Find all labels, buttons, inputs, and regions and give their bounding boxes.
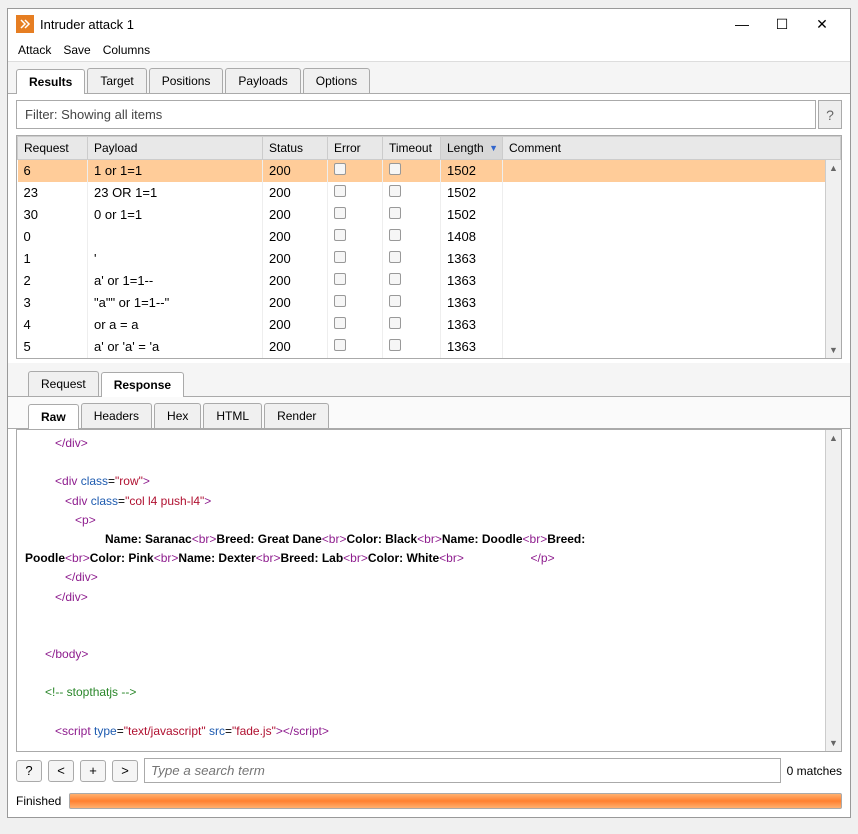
timeout-checkbox[interactable]: [389, 207, 401, 219]
error-checkbox[interactable]: [334, 339, 346, 351]
search-help-button[interactable]: ?: [16, 760, 42, 782]
scroll-down-icon[interactable]: ▼: [826, 342, 841, 358]
col-comment[interactable]: Comment: [503, 137, 841, 160]
response-scrollbar[interactable]: ▲ ▼: [825, 430, 841, 751]
table-row[interactable]: 2323 OR 1=12001502: [18, 182, 841, 204]
tab-target[interactable]: Target: [87, 68, 146, 93]
search-bar: ? < + > 0 matches: [8, 752, 850, 789]
table-row[interactable]: 02001408: [18, 226, 841, 248]
timeout-checkbox[interactable]: [389, 295, 401, 307]
tab-options[interactable]: Options: [303, 68, 370, 93]
timeout-checkbox[interactable]: [389, 229, 401, 241]
filter-help-button[interactable]: ?: [818, 100, 842, 129]
table-row[interactable]: 7a' waitfor delay '0:0:10'--2001363: [18, 358, 841, 360]
error-checkbox[interactable]: [334, 273, 346, 285]
col-request[interactable]: Request: [18, 137, 88, 160]
timeout-checkbox[interactable]: [389, 163, 401, 175]
error-checkbox[interactable]: [334, 185, 346, 197]
progress-bar: [69, 793, 842, 809]
close-button[interactable]: ✕: [802, 12, 842, 36]
scroll-up-icon[interactable]: ▲: [826, 160, 841, 176]
error-checkbox[interactable]: [334, 229, 346, 241]
table-row[interactable]: 4 or a = a2001363: [18, 314, 841, 336]
response-raw[interactable]: </div> <div class="row"> <div class="col…: [17, 430, 841, 751]
error-checkbox[interactable]: [334, 251, 346, 263]
minimize-button[interactable]: —: [722, 12, 762, 36]
table-row[interactable]: 5a' or 'a' = 'a2001363: [18, 336, 841, 358]
results-table-wrap: Request Payload Status Error Timeout Len…: [16, 135, 842, 359]
col-timeout[interactable]: Timeout: [383, 137, 441, 160]
search-next-button[interactable]: >: [112, 760, 138, 782]
table-row[interactable]: 3"a"" or 1=1--"2001363: [18, 292, 841, 314]
error-checkbox[interactable]: [334, 207, 346, 219]
search-add-button[interactable]: +: [80, 760, 106, 782]
timeout-checkbox[interactable]: [389, 317, 401, 329]
tab-render[interactable]: Render: [264, 403, 329, 428]
menu-save[interactable]: Save: [63, 43, 90, 57]
error-checkbox[interactable]: [334, 295, 346, 307]
intruder-window: Intruder attack 1 — ☐ ✕ Attack Save Colu…: [7, 8, 851, 818]
menubar: Attack Save Columns: [8, 39, 850, 62]
tab-headers[interactable]: Headers: [81, 403, 152, 428]
timeout-checkbox[interactable]: [389, 339, 401, 351]
col-status[interactable]: Status: [263, 137, 328, 160]
col-payload[interactable]: Payload: [88, 137, 263, 160]
results-table[interactable]: Request Payload Status Error Timeout Len…: [17, 136, 841, 359]
tab-payloads[interactable]: Payloads: [225, 68, 300, 93]
tab-raw[interactable]: Raw: [28, 404, 79, 429]
search-input[interactable]: [144, 758, 781, 783]
sort-desc-icon: ▼: [489, 143, 498, 153]
tab-results[interactable]: Results: [16, 69, 85, 94]
col-error[interactable]: Error: [328, 137, 383, 160]
search-prev-button[interactable]: <: [48, 760, 74, 782]
tab-hex[interactable]: Hex: [154, 403, 201, 428]
table-row[interactable]: 1'2001363: [18, 248, 841, 270]
timeout-checkbox[interactable]: [389, 185, 401, 197]
menu-columns[interactable]: Columns: [103, 43, 150, 57]
timeout-checkbox[interactable]: [389, 251, 401, 263]
scroll-up-icon[interactable]: ▲: [826, 430, 841, 446]
window-title: Intruder attack 1: [40, 17, 722, 32]
titlebar[interactable]: Intruder attack 1 — ☐ ✕: [8, 9, 850, 39]
col-length[interactable]: Length▼: [441, 137, 503, 160]
table-row[interactable]: 61 or 1=12001502: [18, 160, 841, 182]
filter-bar: Filter: Showing all items ?: [16, 100, 842, 129]
status-label: Finished: [16, 794, 61, 808]
error-checkbox[interactable]: [334, 317, 346, 329]
app-icon: [16, 15, 34, 33]
tab-html[interactable]: HTML: [203, 403, 262, 428]
filter-text[interactable]: Filter: Showing all items: [16, 100, 816, 129]
scroll-down-icon[interactable]: ▼: [826, 735, 841, 751]
tab-positions[interactable]: Positions: [149, 68, 224, 93]
search-matches: 0 matches: [787, 764, 842, 778]
tab-request[interactable]: Request: [28, 371, 99, 396]
main-tabs: Results Target Positions Payloads Option…: [8, 62, 850, 94]
status-bar: Finished: [8, 789, 850, 817]
tab-response[interactable]: Response: [101, 372, 184, 397]
error-checkbox[interactable]: [334, 163, 346, 175]
view-tabs: Raw Headers Hex HTML Render: [8, 397, 850, 429]
table-row[interactable]: 2a' or 1=1--2001363: [18, 270, 841, 292]
table-scrollbar[interactable]: ▲ ▼: [825, 160, 841, 358]
maximize-button[interactable]: ☐: [762, 12, 802, 36]
menu-attack[interactable]: Attack: [18, 43, 51, 57]
table-row[interactable]: 300 or 1=12001502: [18, 204, 841, 226]
timeout-checkbox[interactable]: [389, 273, 401, 285]
response-body[interactable]: </div> <div class="row"> <div class="col…: [16, 429, 842, 752]
reqres-tabs: Request Response: [8, 363, 850, 397]
